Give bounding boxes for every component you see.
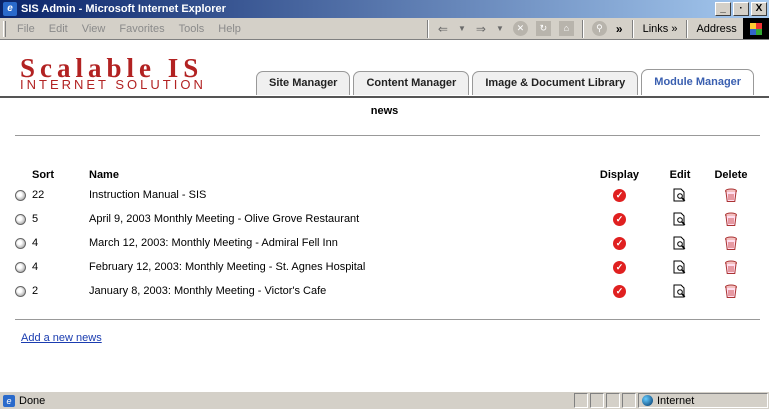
- search-icon[interactable]: ⚲: [591, 21, 607, 36]
- header-divider: [0, 96, 769, 98]
- add-news-link[interactable]: Add a new news: [21, 332, 102, 344]
- magnifier-document-icon[interactable]: [673, 260, 687, 274]
- tab-content-manager[interactable]: Content Manager: [353, 71, 470, 95]
- header-sort: Sort: [32, 169, 54, 181]
- ie-icon: e: [3, 2, 17, 16]
- refresh-icon[interactable]: ↻: [535, 21, 551, 36]
- menu-file[interactable]: File: [10, 23, 42, 35]
- status-panel: [622, 393, 636, 408]
- row-name: January 8, 2003: Monthly Meeting - Victo…: [89, 285, 327, 297]
- tab-bar: Site Manager Content Manager Image & Doc…: [256, 69, 757, 95]
- tab-site-manager[interactable]: Site Manager: [256, 71, 351, 95]
- menu-edit[interactable]: Edit: [42, 23, 75, 35]
- zone-label: Internet: [657, 394, 695, 407]
- checkmark-icon[interactable]: ✓: [613, 236, 626, 250]
- window-controls: _ · X: [715, 2, 767, 16]
- title-bar: e SIS Admin - Microsoft Internet Explore…: [0, 0, 769, 18]
- table-row: 5 April 9, 2003 Monthly Meeting - Olive …: [15, 207, 760, 231]
- trash-icon[interactable]: [724, 284, 738, 299]
- magnifier-document-icon[interactable]: [673, 284, 687, 298]
- toolbar-separator: [426, 19, 429, 38]
- back-icon[interactable]: ⇐: [433, 22, 453, 36]
- row-sort: 22: [32, 189, 45, 201]
- logo-title: Scalable IS: [20, 53, 204, 83]
- status-bar: e Done Internet: [0, 391, 769, 409]
- maximize-button[interactable]: ·: [733, 2, 749, 16]
- table-header-row: Sort Name Display Edit Delete: [15, 167, 760, 183]
- radio-icon[interactable]: [15, 237, 26, 249]
- row-sort: 5: [32, 213, 39, 225]
- status-panel: [574, 393, 588, 408]
- toolbar-separator: [581, 19, 584, 38]
- checkmark-icon[interactable]: ✓: [613, 188, 626, 202]
- row-sort: 4: [32, 237, 39, 249]
- tab-image-document-library[interactable]: Image & Document Library: [472, 71, 639, 95]
- address-label: Address: [696, 22, 737, 35]
- checkmark-icon[interactable]: ✓: [613, 212, 626, 226]
- news-table: Sort Name Display Edit Delete 22 Instruc…: [15, 167, 760, 303]
- table-row: 4 February 12, 2003: Monthly Meeting - S…: [15, 255, 760, 279]
- trash-icon[interactable]: [724, 212, 738, 227]
- toolbar-separator: [631, 19, 634, 38]
- chevron-icon[interactable]: »: [611, 22, 628, 36]
- page-icon: e: [3, 394, 15, 407]
- checkmark-icon[interactable]: ✓: [613, 284, 626, 298]
- header-select: [15, 167, 32, 183]
- radio-icon[interactable]: [15, 285, 26, 297]
- minimize-button[interactable]: _: [715, 2, 731, 16]
- security-zone: Internet: [638, 393, 768, 408]
- toolbar-separator: [686, 19, 689, 38]
- close-button[interactable]: X: [751, 2, 767, 16]
- magnifier-document-icon[interactable]: [673, 236, 687, 250]
- trash-icon[interactable]: [724, 188, 738, 203]
- tab-module-manager[interactable]: Module Manager: [641, 69, 755, 95]
- table-bottom-divider: [15, 319, 760, 320]
- menu-help[interactable]: Help: [211, 23, 248, 35]
- radio-icon[interactable]: [15, 213, 26, 225]
- header-delete: Delete: [714, 169, 748, 181]
- logo-subtitle: INTERNET SOLUTION: [20, 77, 206, 92]
- menu-tools[interactable]: Tools: [172, 23, 212, 35]
- checkmark-icon[interactable]: ✓: [613, 260, 626, 274]
- links-button[interactable]: Links »: [638, 23, 683, 35]
- row-sort: 2: [32, 285, 39, 297]
- dropdown-arrow-icon[interactable]: ▼: [453, 24, 471, 33]
- table-row: 4 March 12, 2003: Monthly Meeting - Admi…: [15, 231, 760, 255]
- menu-grip: [3, 20, 6, 37]
- logo: Scalable IS INTERNET SOLUTION: [20, 53, 206, 92]
- menu-view[interactable]: View: [75, 23, 113, 35]
- row-name: March 12, 2003: Monthly Meeting - Admira…: [89, 237, 338, 249]
- header-display: Display: [599, 169, 640, 181]
- table-row: 2 January 8, 2003: Monthly Meeting - Vic…: [15, 279, 760, 303]
- page-title: news: [370, 105, 399, 117]
- status-panel: [606, 393, 620, 408]
- site-header: Scalable IS INTERNET SOLUTION Site Manag…: [0, 41, 769, 98]
- dropdown-arrow-icon[interactable]: ▼: [491, 24, 509, 33]
- radio-icon[interactable]: [15, 189, 26, 201]
- table-row: 22 Instruction Manual - SIS ✓: [15, 183, 760, 207]
- row-sort: 4: [32, 261, 39, 273]
- row-name: April 9, 2003 Monthly Meeting - Olive Gr…: [89, 213, 360, 225]
- trash-icon[interactable]: [724, 260, 738, 275]
- home-icon[interactable]: ⌂: [558, 21, 574, 36]
- title-divider: [15, 135, 760, 136]
- magnifier-document-icon[interactable]: [673, 188, 687, 202]
- globe-icon: [642, 395, 653, 406]
- magnifier-document-icon[interactable]: [673, 212, 687, 226]
- windows-logo-icon: [743, 18, 769, 39]
- menu-favorites[interactable]: Favorites: [112, 23, 171, 35]
- trash-icon[interactable]: [724, 236, 738, 251]
- window-title: SIS Admin - Microsoft Internet Explorer: [21, 3, 226, 15]
- row-name: February 12, 2003: Monthly Meeting - St.…: [89, 261, 366, 273]
- row-name: Instruction Manual - SIS: [89, 189, 207, 201]
- stop-icon[interactable]: ✕: [512, 21, 528, 36]
- menu-bar: File Edit View Favorites Tools Help ⇐ ▼ …: [0, 18, 769, 40]
- status-text: Done: [19, 394, 46, 407]
- status-panel: [590, 393, 604, 408]
- radio-icon[interactable]: [15, 261, 26, 273]
- header-edit: Edit: [669, 169, 691, 181]
- forward-icon[interactable]: ⇒: [471, 22, 491, 36]
- header-name: Name: [89, 169, 119, 181]
- page-content: Scalable IS INTERNET SOLUTION Site Manag…: [0, 41, 769, 391]
